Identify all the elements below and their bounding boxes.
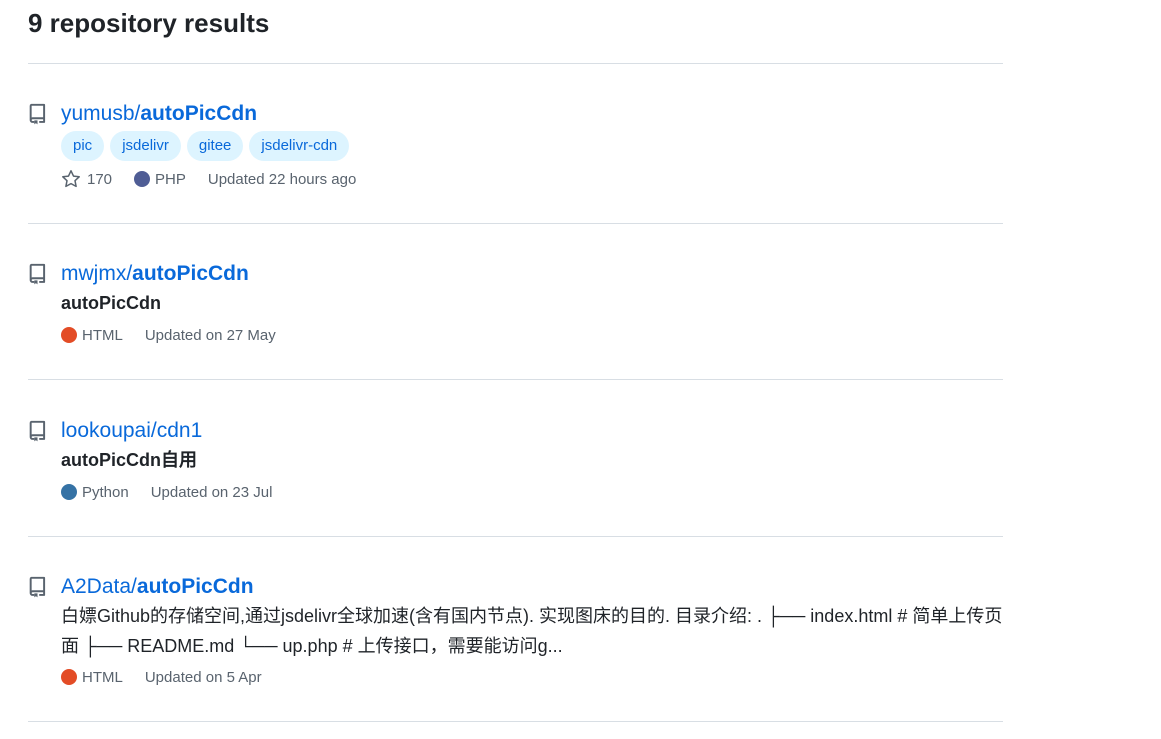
language-label: HTML	[82, 668, 123, 686]
divider	[28, 721, 1003, 722]
language-label: HTML	[82, 326, 123, 344]
star-count[interactable]: 170	[61, 169, 112, 189]
repo-description: autoPicCdn	[61, 293, 162, 313]
repo-name: autoPicCdn	[132, 262, 249, 285]
topic-tag[interactable]: pic	[61, 131, 105, 161]
repo-icon	[28, 263, 48, 285]
divider	[28, 536, 1003, 537]
topic-list: pic jsdelivr gitee jsdelivr-cdn	[61, 131, 350, 161]
repo-owner: mwjmx/	[61, 262, 133, 285]
repo-meta: HTML Updated on 5 Apr	[61, 666, 262, 688]
repo-meta: 170 PHP Updated 22 hours ago	[61, 168, 356, 190]
repo-name: cdn1	[156, 419, 203, 442]
repo-name: autoPicCdn	[136, 575, 254, 598]
repo-link[interactable]: A2Data/autoPicCdn	[61, 574, 254, 600]
repo-name: autoPicCdn	[140, 102, 258, 125]
language-label: PHP	[155, 170, 186, 188]
repo-owner: lookoupai/	[61, 419, 157, 442]
star-icon	[62, 170, 80, 188]
divider	[28, 379, 1003, 380]
repo-icon	[28, 576, 48, 598]
topic-tag[interactable]: jsdelivr-cdn	[249, 131, 350, 161]
repo-language: HTML	[61, 669, 123, 686]
repo-owner: A2Data/	[61, 575, 137, 598]
repo-owner: yumusb/	[61, 102, 141, 125]
language-color-dot	[61, 669, 77, 685]
repo-description: 白嫖Github的存储空间,通过jsdelivr全球加速(含有国内节点). 实现…	[61, 606, 1003, 656]
language-color-dot	[134, 171, 151, 187]
language-label: Python	[82, 483, 129, 501]
repo-icon	[28, 420, 48, 442]
repo-icon	[28, 103, 48, 125]
results-heading: 9 repository results	[28, 8, 270, 38]
repo-description: autoPicCdn自用	[61, 450, 198, 470]
topic-tag[interactable]: gitee	[186, 131, 244, 161]
repo-language: HTML	[61, 327, 123, 344]
repo-link[interactable]: lookoupai/cdn1	[61, 418, 202, 444]
divider	[28, 63, 1003, 64]
divider	[28, 223, 1003, 224]
repo-meta: Python Updated on 23 Jul	[61, 481, 272, 503]
language-color-dot	[61, 327, 77, 343]
repo-link[interactable]: mwjmx/autoPicCdn	[61, 261, 249, 287]
updated-time: Updated on 27 May	[144, 326, 276, 344]
updated-time: Updated on 23 Jul	[150, 483, 273, 501]
updated-time: Updated 22 hours ago	[207, 170, 357, 188]
repo-language: Python	[61, 484, 129, 501]
repo-language: PHP	[134, 171, 186, 188]
repo-meta: HTML Updated on 27 May	[61, 324, 276, 346]
updated-time: Updated on 5 Apr	[144, 668, 262, 686]
repo-link[interactable]: yumusb/autoPicCdn	[61, 101, 257, 127]
topic-tag[interactable]: jsdelivr	[110, 131, 181, 161]
language-color-dot	[61, 484, 77, 500]
star-count-value: 170	[87, 170, 113, 188]
